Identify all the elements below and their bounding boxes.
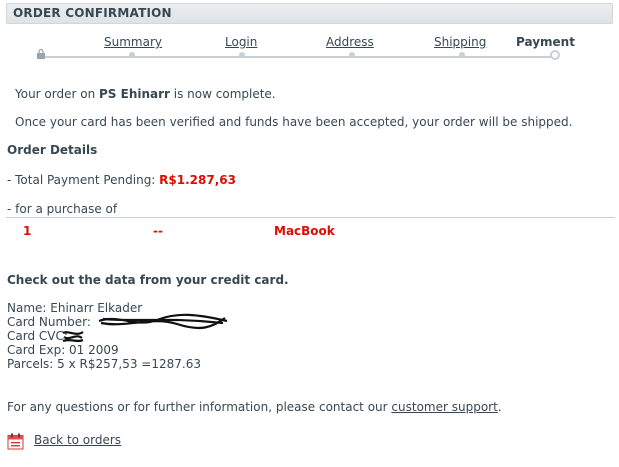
calendar-icon: [7, 433, 24, 450]
card-number-label: Card Number:: [7, 315, 91, 329]
customer-support-link[interactable]: customer support: [391, 400, 497, 414]
steps-track: [41, 56, 555, 58]
card-cvc: Card CVC:: [7, 329, 68, 343]
redacted-card-cvc: [62, 331, 84, 343]
total-label: - Total Payment Pending:: [7, 173, 160, 187]
card-exp: Card Exp: 01 2009: [7, 343, 119, 357]
order-steps: Summary Login Address Shipping Payment: [0, 33, 619, 65]
step-address[interactable]: Address: [326, 35, 374, 49]
step-dot-shipping: [459, 52, 465, 58]
contact-line: For any questions or for further informa…: [7, 400, 502, 414]
back-to-orders-link[interactable]: Back to orders: [34, 433, 121, 447]
item-quantity: 1: [23, 224, 32, 238]
contact-suffix: .: [497, 400, 502, 414]
card-number: Card Number:: [7, 315, 91, 329]
completion-suffix: is now complete.: [169, 87, 276, 101]
divider: [6, 217, 615, 218]
step-dot-address: [349, 52, 355, 58]
total-value: R$1.287,63: [159, 173, 236, 187]
card-parcels: Parcels: 5 x R$257,53 =1287.63: [7, 357, 201, 371]
step-summary[interactable]: Summary: [104, 35, 162, 49]
card-heading: Check out the data from your credit card…: [7, 273, 289, 287]
step-login[interactable]: Login: [225, 35, 257, 49]
card-cvc-label: Card CVC:: [7, 329, 68, 343]
item-reference: --: [153, 224, 163, 238]
purchase-label: - for a purchase of: [7, 202, 118, 216]
completion-prefix: Your order on: [15, 87, 100, 101]
page-title: ORDER CONFIRMATION: [13, 6, 172, 20]
step-dot-summary: [129, 52, 135, 58]
shipping-message: Once your card has been verified and fun…: [15, 115, 573, 129]
order-details-heading: Order Details: [7, 143, 98, 157]
page-header: ORDER CONFIRMATION: [6, 3, 613, 24]
step-payment: Payment: [516, 35, 575, 49]
total-payment: - Total Payment Pending: R$1.287,63: [7, 173, 236, 187]
item-name: MacBook: [274, 224, 335, 238]
step-dot-login: [239, 52, 245, 58]
step-dot-payment: [550, 50, 560, 60]
completion-message: Your order on PS Ehinarr is now complete…: [15, 87, 276, 101]
redacted-card-number: [98, 313, 228, 330]
lock-icon: [37, 49, 45, 59]
shop-name: PS Ehinarr: [99, 87, 170, 101]
contact-prefix: For any questions or for further informa…: [7, 400, 392, 414]
step-shipping[interactable]: Shipping: [434, 35, 486, 49]
